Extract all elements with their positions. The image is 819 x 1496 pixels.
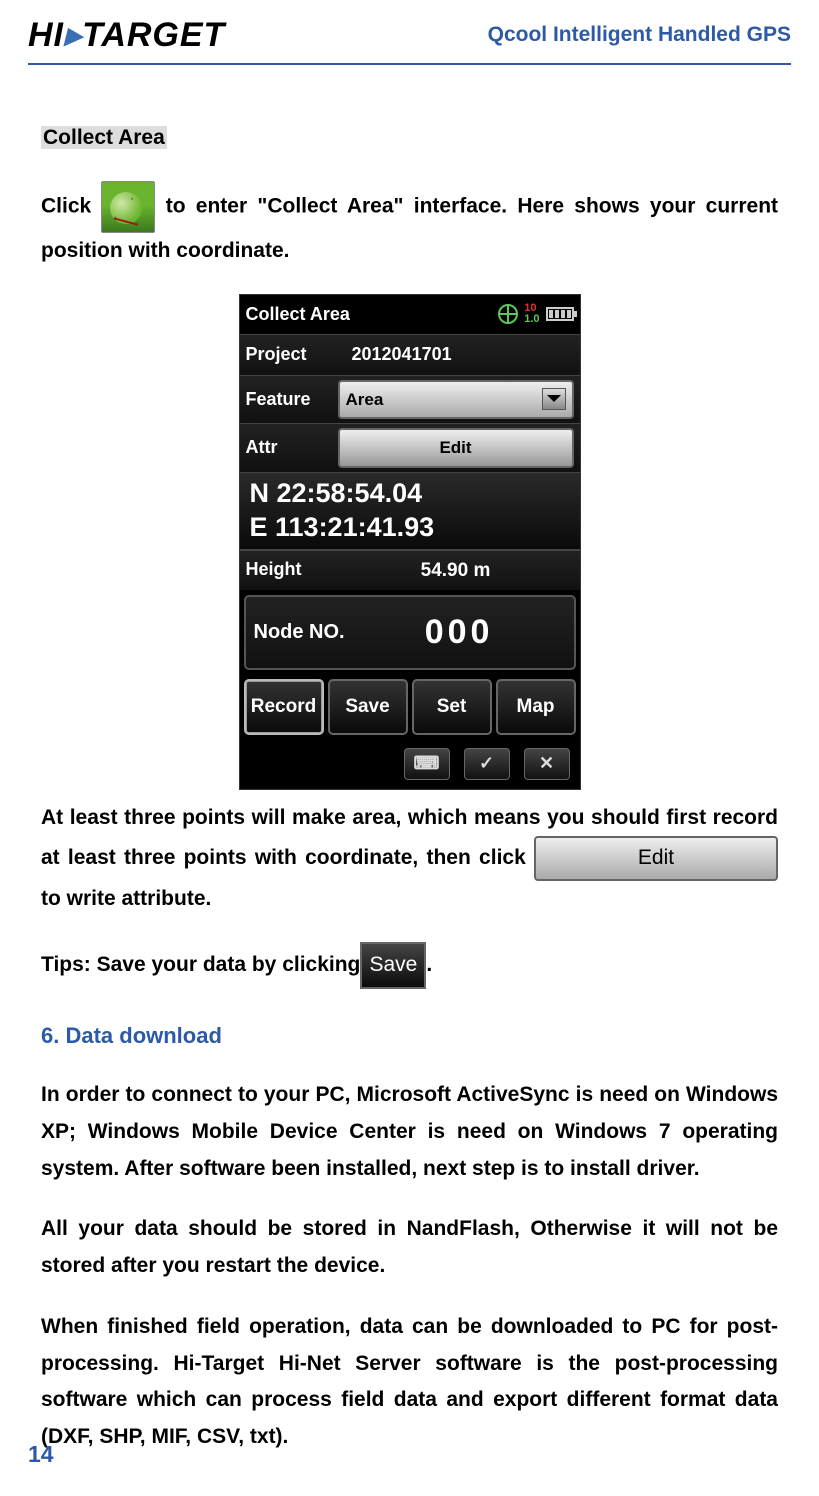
gps-precision: 1.0 (524, 314, 539, 325)
body-text: Tips: Save your data by clicking (41, 953, 360, 976)
screen-title: Collect Area (246, 299, 350, 331)
header-rule (28, 63, 791, 65)
body-text: . (426, 953, 432, 976)
body-text: In order to connect to your PC, Microsof… (41, 1077, 778, 1187)
node-value: 000 (353, 603, 566, 663)
body-text: to write attribute. (41, 887, 211, 910)
chevron-down-icon[interactable] (542, 388, 566, 410)
project-label: Project (246, 339, 338, 371)
body-text: All your data should be stored in NandFl… (41, 1211, 778, 1285)
ok-icon[interactable]: ✓ (464, 748, 510, 780)
gps-status-icon (498, 304, 518, 324)
record-button[interactable]: Record (244, 679, 324, 734)
feature-label: Feature (246, 384, 338, 416)
set-button[interactable]: Set (412, 679, 492, 734)
page-number: 14 (28, 1441, 54, 1468)
section-heading-data-download: 6. Data download (41, 1017, 778, 1056)
height-label: Height (246, 554, 338, 586)
section-title-collect-area: Collect Area (41, 126, 167, 149)
close-icon[interactable]: ✕ (524, 748, 570, 780)
project-value: 2012041701 (338, 339, 574, 371)
inline-edit-button: Edit (534, 836, 778, 881)
attr-label: Attr (246, 432, 338, 464)
coordinate-north: N 22:58:54.04 (250, 477, 570, 511)
logo: HI▸TARGET (28, 15, 225, 55)
height-value: 54.90 m (338, 554, 574, 587)
body-text: When finished field operation, data can … (41, 1309, 778, 1456)
inline-save-button: Save (360, 942, 426, 989)
feature-value: Area (346, 385, 384, 415)
attr-edit-button[interactable]: Edit (338, 428, 574, 468)
keyboard-icon[interactable]: ⌨ (404, 748, 450, 780)
body-text: Click (41, 194, 101, 217)
save-button[interactable]: Save (328, 679, 408, 734)
device-screenshot: Collect Area 10 1.0 Project 2012041701 F… (239, 294, 581, 790)
collect-area-icon (101, 181, 155, 233)
coordinate-east: E 113:21:41.93 (250, 511, 570, 545)
feature-dropdown[interactable]: Area (338, 380, 574, 420)
node-label: Node NO. (254, 615, 345, 650)
document-title: Qcool Intelligent Handled GPS (488, 23, 791, 47)
map-button[interactable]: Map (496, 679, 576, 734)
battery-icon (546, 307, 574, 321)
